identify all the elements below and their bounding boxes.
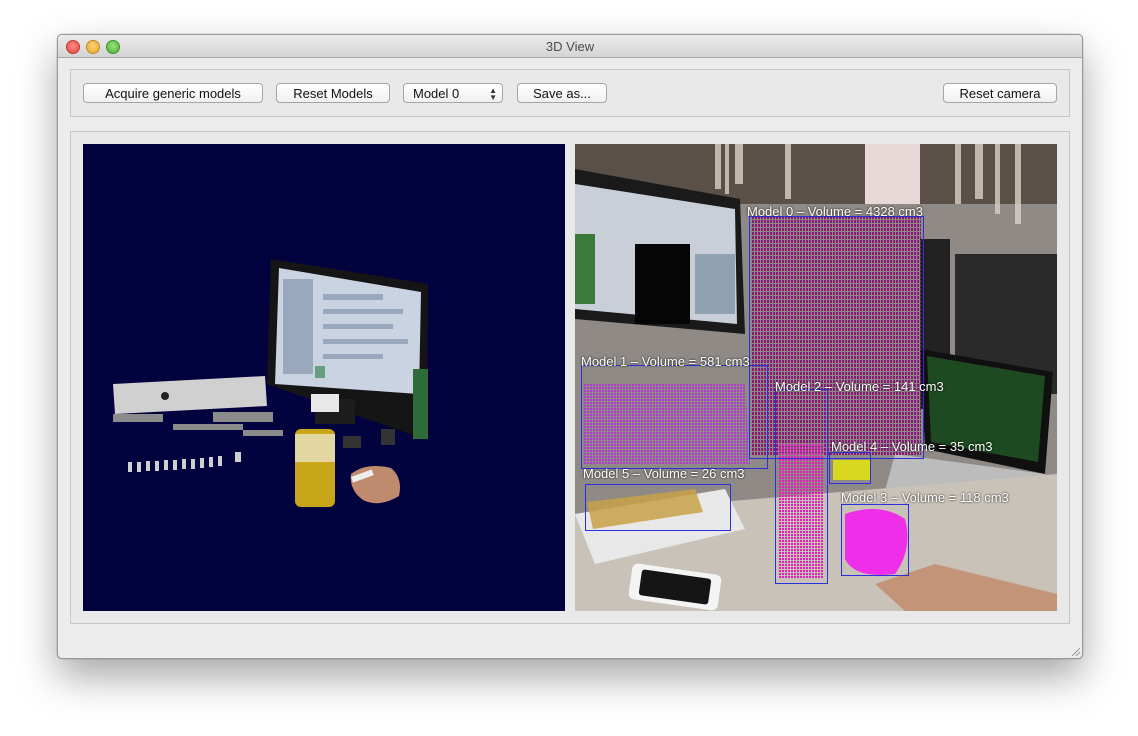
model-0-label: Model 0 – Volume = 4328 cm3 xyxy=(747,204,923,219)
model-3-bounding-box xyxy=(841,504,909,576)
model-5-label: Model 5 – Volume = 26 cm3 xyxy=(583,466,745,481)
small-object-shape xyxy=(343,436,361,448)
hand-shape xyxy=(350,466,400,504)
desk-clutter-shape xyxy=(113,412,283,436)
save-as-button[interactable]: Save as... xyxy=(517,83,607,103)
apple-logo-icon xyxy=(161,392,169,400)
small-object-shape-2 xyxy=(381,429,395,445)
resize-grip-icon[interactable] xyxy=(1070,646,1080,656)
camera-segmentation-view[interactable]: Model 0 – Volume = 4328 cm3 Model 1 – Vo… xyxy=(575,144,1057,611)
model-select[interactable]: Model 0 ▲ ▼ xyxy=(403,83,503,103)
point-cloud-render xyxy=(113,259,428,507)
reset-camera-button[interactable]: Reset camera xyxy=(943,83,1057,103)
toolbar-panel: Acquire generic models Reset Models Mode… xyxy=(70,69,1070,117)
monitor-side-shape xyxy=(413,369,428,439)
model-2-label: Model 2 – Volume = 141 cm3 xyxy=(775,379,944,394)
reset-models-button[interactable]: Reset Models xyxy=(276,83,390,103)
bottle-label-shape xyxy=(295,434,335,462)
model-3-label: Model 3 – Volume = 118 cm3 xyxy=(841,490,1009,505)
acquire-generic-models-button[interactable]: Acquire generic models xyxy=(83,83,263,103)
model-2-bounding-box xyxy=(775,389,828,584)
model-1-label: Model 1 – Volume = 581 cm3 xyxy=(581,354,750,369)
model-1-bounding-box xyxy=(581,365,768,469)
keyboard-shape xyxy=(128,452,241,472)
model-4-bounding-box xyxy=(829,452,871,484)
app-window: 3D View Acquire generic models Reset Mod… xyxy=(57,34,1083,659)
mac-mini-shape xyxy=(113,376,267,414)
model-4-label: Model 4 – Volume = 35 cm3 xyxy=(831,439,993,454)
title-bar: 3D View xyxy=(58,35,1082,58)
select-arrows-icon: ▲ ▼ xyxy=(489,86,497,102)
views-panel: Model 0 – Volume = 4328 cm3 Model 1 – Vo… xyxy=(70,131,1070,624)
window-title: 3D View xyxy=(545,39,595,54)
model-5-bounding-box xyxy=(585,484,731,531)
model-select-value: Model 0 xyxy=(413,86,460,101)
bottle-cap-shape xyxy=(311,394,339,412)
point-cloud-3d-view[interactable] xyxy=(83,144,565,611)
